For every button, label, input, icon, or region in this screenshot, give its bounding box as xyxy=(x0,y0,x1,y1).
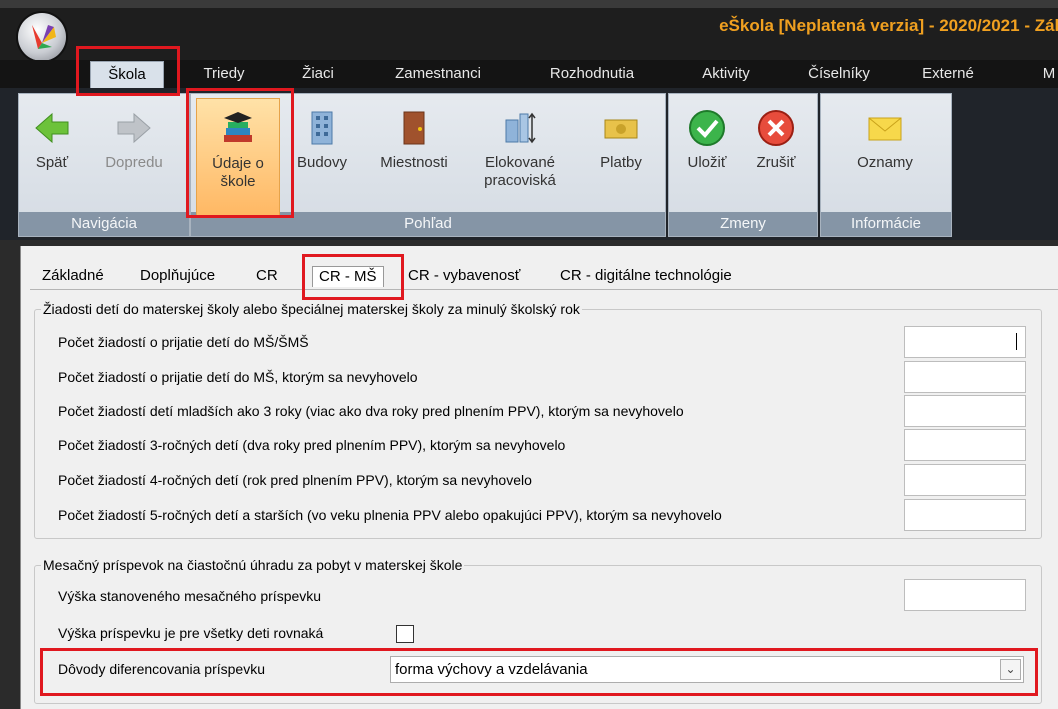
tab-ziaci[interactable]: Žiaci xyxy=(286,61,350,88)
elokovane-label-line2: pracoviská xyxy=(484,172,556,189)
prispevok-legend: Mesačný príspevok na čiastočnú úhradu za… xyxy=(43,557,463,573)
rovnaka-checkbox[interactable] xyxy=(396,625,414,643)
3-rocne-input[interactable] xyxy=(904,429,1026,461)
ziadosti-total-input[interactable] xyxy=(904,326,1026,358)
oznamy-label: Oznamy xyxy=(857,154,913,171)
back-button[interactable]: Späť xyxy=(24,108,80,172)
platby-button[interactable]: Platby xyxy=(588,108,654,172)
window-title: eŠkola [Neplatená verzia] - 2020/2021 - … xyxy=(719,16,1058,35)
ulozit-button[interactable]: Uložiť xyxy=(676,108,738,172)
tab-cr[interactable]: CR xyxy=(256,266,278,286)
forward-button[interactable]: Dopredu xyxy=(94,108,174,172)
row-label-mladsie-3: Počet žiadostí detí mladších ako 3 roky … xyxy=(58,403,684,419)
arrow-left-icon xyxy=(35,112,69,144)
envelope-icon xyxy=(868,117,902,141)
miestnosti-button[interactable]: Miestnosti xyxy=(366,108,462,172)
vyska-prispevku-label: Výška stanoveného mesačného príspevku xyxy=(58,588,322,604)
building-icon xyxy=(311,111,333,145)
tab-rozhodnutia[interactable]: Rozhodnutia xyxy=(530,61,654,88)
tab-ciselniky[interactable]: Číselníky xyxy=(795,61,883,88)
branch-buildings-icon xyxy=(505,112,536,144)
tab-triedy[interactable]: Triedy xyxy=(188,61,260,88)
elokovane-label-line1: Elokované xyxy=(484,154,556,171)
tab-more[interactable]: M xyxy=(1034,61,1058,88)
highlight-udaje-button xyxy=(186,88,294,218)
5-rocne-input[interactable] xyxy=(904,499,1026,531)
rovnaka-label: Výška príspevku je pre všetky deti rovna… xyxy=(58,625,324,641)
oznamy-button[interactable]: Oznamy xyxy=(840,108,930,172)
door-icon xyxy=(403,111,425,145)
elokovane-pracoviska-button[interactable]: Elokované pracoviská xyxy=(470,108,570,190)
row-label-5-rocne: Počet žiadostí 5-ročných detí a starších… xyxy=(58,507,722,523)
group-label-informacie: Informácie xyxy=(821,212,951,236)
platby-label: Platby xyxy=(600,154,642,171)
highlight-dovody-row xyxy=(40,648,1038,696)
row-label-ziadosti-total: Počet žiadostí o prijatie detí do MŠ/ŠMŠ xyxy=(58,334,309,350)
checkmark-icon xyxy=(689,110,725,146)
cancel-x-icon xyxy=(758,110,794,146)
highlight-skola-tab xyxy=(76,46,180,96)
app-logo-icon xyxy=(32,25,56,49)
zrusit-label: Zrušiť xyxy=(756,154,796,171)
4-rocne-input[interactable] xyxy=(904,464,1026,496)
app-menu-button[interactable] xyxy=(18,13,66,61)
row-label-4-rocne: Počet žiadostí 4-ročných detí (rok pred … xyxy=(58,472,532,488)
mladsie-3-input[interactable] xyxy=(904,395,1026,427)
miestnosti-label: Miestnosti xyxy=(380,154,448,171)
tab-cr-vybavenost[interactable]: CR - vybavenosť xyxy=(408,266,520,286)
tab-zakladne[interactable]: Základné xyxy=(42,266,104,286)
group-label-navigacia: Navigácia xyxy=(19,212,189,236)
zrusit-button[interactable]: Zrušiť xyxy=(744,108,808,172)
tab-zamestnanci[interactable]: Zamestnanci xyxy=(378,61,498,88)
forward-label: Dopredu xyxy=(105,154,163,171)
budovy-button[interactable]: Budovy xyxy=(286,108,358,172)
zadosti-legend: Žiadosti detí do materskej školy alebo š… xyxy=(43,301,580,317)
nevyhovelo-input[interactable] xyxy=(904,361,1026,393)
back-label: Späť xyxy=(35,154,69,171)
arrow-right-icon xyxy=(117,112,151,144)
tab-strip-border xyxy=(30,289,1058,290)
highlight-cr-ms-tab xyxy=(302,254,404,300)
row-label-nevyhovelo: Počet žiadostí o prijatie detí do MŠ, kt… xyxy=(58,369,418,385)
row-label-3-rocne: Počet žiadostí 3-ročných detí (dva roky … xyxy=(58,437,566,453)
tab-doplnujuce[interactable]: Doplňujúce xyxy=(140,266,215,286)
tab-externe[interactable]: Externé xyxy=(910,61,986,88)
group-label-zmeny: Zmeny xyxy=(669,212,817,236)
tab-cr-digitalne-technologie[interactable]: CR - digitálne technológie xyxy=(560,266,732,286)
vyska-prispevku-input[interactable] xyxy=(904,579,1026,611)
ulozit-label: Uložiť xyxy=(687,154,727,171)
tab-aktivity[interactable]: Aktivity xyxy=(684,61,768,88)
text-cursor xyxy=(1016,333,1017,350)
money-icon xyxy=(604,119,638,139)
budovy-label: Budovy xyxy=(296,154,348,171)
quick-access-strip xyxy=(0,0,1058,8)
